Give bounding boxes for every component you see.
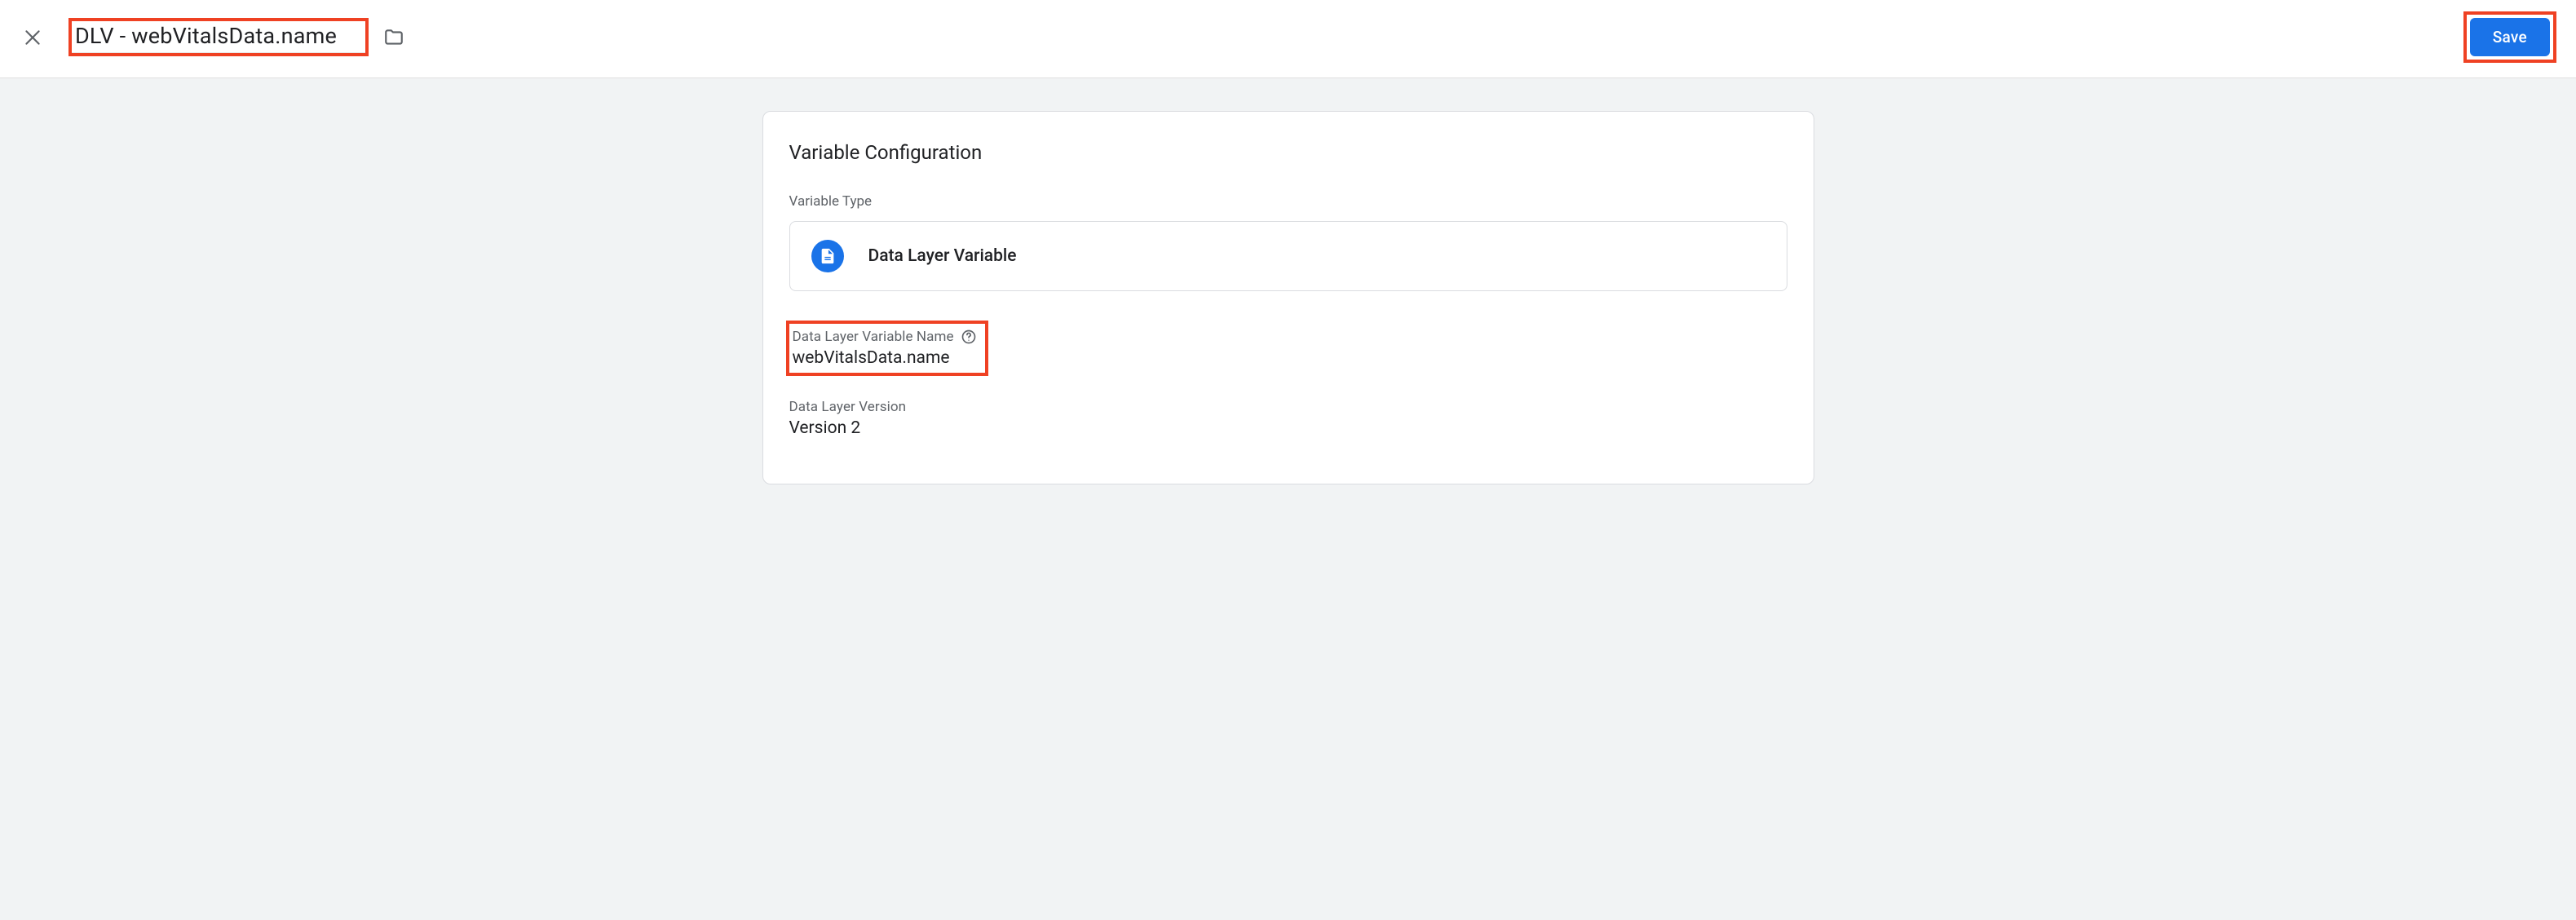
close-icon — [22, 27, 43, 48]
help-icon — [961, 329, 977, 345]
editor-canvas: Variable Configuration Variable Type Dat… — [0, 78, 2576, 920]
dlv-version-value: Version 2 — [789, 418, 1787, 438]
close-button[interactable] — [20, 24, 46, 51]
data-layer-variable-icon — [819, 247, 837, 265]
variable-type-label: Variable Type — [789, 193, 1787, 210]
dlv-version-field: Data Layer Version Version 2 — [789, 399, 1787, 438]
folder-button[interactable] — [383, 27, 404, 48]
variable-config-card: Variable Configuration Variable Type Dat… — [762, 111, 1814, 484]
folder-icon — [383, 27, 404, 48]
variable-type-value: Data Layer Variable — [868, 246, 1017, 266]
save-button-highlight: Save — [2463, 11, 2556, 63]
dlv-name-field: Data Layer Variable Name webVitalsData.n… — [789, 321, 1787, 376]
variable-type-selector[interactable]: Data Layer Variable — [789, 221, 1787, 291]
variable-name-input[interactable] — [72, 21, 365, 53]
save-button[interactable]: Save — [2470, 18, 2550, 56]
dlv-version-label: Data Layer Version — [789, 399, 1787, 415]
editor-header: Save — [0, 0, 2576, 78]
dlv-name-value: webVitalsData.name — [793, 348, 977, 368]
variable-name-highlight — [68, 18, 369, 56]
dlv-name-label: Data Layer Variable Name — [793, 329, 954, 345]
dlv-name-highlight: Data Layer Variable Name webVitalsData.n… — [786, 321, 988, 376]
variable-type-icon-wrap — [811, 240, 844, 272]
card-title: Variable Configuration — [789, 141, 1787, 164]
dlv-name-help[interactable] — [961, 329, 977, 345]
